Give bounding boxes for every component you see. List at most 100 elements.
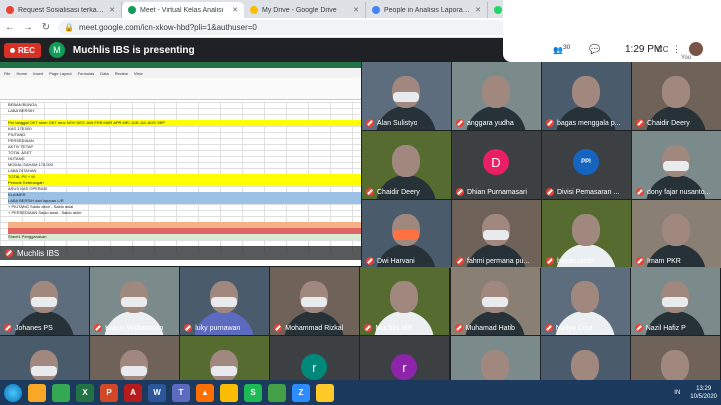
participant-tile[interactable] [450, 336, 540, 380]
participant-tile[interactable]: dony fajar nusanto... [632, 131, 721, 199]
participant-tile[interactable]: Chaidir Deery [362, 131, 451, 199]
tab-favicon-icon [128, 6, 136, 14]
participant-face [662, 76, 690, 108]
face-mask [393, 230, 419, 240]
participant-tile[interactable]: D Dhian Purnamasari [452, 131, 541, 199]
participant-tile[interactable]: anggara yudha [452, 62, 541, 130]
face-mask [393, 92, 419, 102]
lock-icon: 🔒 [64, 23, 74, 32]
participant-name: bagas menggala p... [557, 119, 621, 127]
tab-close-icon[interactable]: ✕ [353, 6, 359, 14]
participant-tile[interactable]: Nadya Citra [540, 267, 630, 335]
participant-tile[interactable]: Johanes PS [0, 267, 89, 335]
participant-tile[interactable]: hasan uddin [542, 200, 631, 268]
pdf-icon[interactable]: A [124, 383, 142, 402]
participant-tile[interactable]: Imam PKR [632, 200, 721, 268]
participant-name: Mohammad Rizkal [285, 324, 344, 332]
zoom-icon[interactable]: Z [292, 383, 310, 402]
people-button[interactable]: 👥30 [553, 44, 570, 55]
participant-tile[interactable]: Chaidir Deery [632, 62, 721, 130]
participant-name: Imam PKR [647, 257, 681, 265]
participant-tile[interactable]: fahmi permana pu... [452, 200, 541, 268]
captions-icon[interactable]: CC [657, 45, 669, 54]
mic-off-icon [184, 324, 193, 332]
participant-name: Nazil Hafiz P [645, 324, 686, 332]
system-clock[interactable]: 13:29 10/5/2020 [690, 385, 717, 401]
record-dot-icon [10, 47, 15, 53]
word-icon[interactable]: W [148, 383, 166, 402]
participant-face [482, 76, 510, 108]
powerpoint-icon[interactable]: P [100, 383, 118, 402]
participant-tile[interactable]: r [360, 336, 450, 380]
mic-off-icon [546, 188, 554, 196]
participant-face [392, 145, 420, 177]
participant-tile[interactable]: bagas menggala p... [542, 62, 631, 130]
excel-toolbar [0, 78, 361, 100]
participant-face [572, 214, 600, 246]
reload-icon[interactable]: ↻ [40, 22, 52, 33]
participant-tile[interactable]: Mohammad Rizkal [270, 267, 360, 335]
participant-tile[interactable]: Dwi Harvani [362, 200, 451, 268]
participant-tile[interactable]: luky purnawan [180, 267, 270, 335]
participant-letter-avatar: r [301, 354, 328, 380]
participant-tile[interactable]: PPI Divisi Pemasaran ... [542, 131, 631, 199]
participant-tile[interactable] [180, 336, 270, 380]
spotify-icon[interactable]: S [244, 383, 262, 402]
participant-name-label: fahmi permana pu... [456, 257, 529, 265]
tab-close-icon[interactable]: ✕ [475, 6, 481, 14]
participant-name: Kukuh Widiatmoko [105, 324, 164, 332]
forward-icon[interactable]: → [22, 22, 34, 33]
ribbon-tab: Home [16, 70, 28, 76]
tab-label: Meet - Virtual Kelas Analisi [140, 6, 224, 14]
participant-tile[interactable] [540, 336, 630, 380]
explorer-icon[interactable] [28, 383, 46, 402]
participant-tile[interactable] [90, 336, 180, 380]
ribbon-tab: Insert [33, 70, 44, 76]
participant-tile[interactable]: Muchlis IBS [360, 267, 450, 335]
tab-favicon-icon [372, 6, 380, 14]
participant-tile[interactable]: r [270, 336, 360, 380]
presentation-stage[interactable]: File Home Insert Page Layout Formulas Data Rev… [0, 62, 361, 266]
participant-name: Dhian Purnamasari [467, 188, 527, 196]
mic-off-icon [364, 324, 373, 332]
app-icon[interactable] [268, 383, 286, 402]
browser-tab[interactable]: My Drive - Google Drive ✕ [244, 2, 366, 18]
chrome2-icon[interactable] [220, 383, 238, 402]
ribbon-tab: Page Layout [49, 70, 72, 76]
participant-name: Divisi Pemasaran ... [557, 188, 620, 196]
mic-off-icon [366, 188, 374, 196]
participant-face [570, 350, 599, 380]
vlc-icon[interactable]: ▲ [196, 383, 214, 402]
self-view-avatar[interactable] [689, 42, 703, 56]
participant-tile[interactable] [630, 336, 720, 380]
participant-tile[interactable]: Alan Sulistyo [362, 62, 451, 130]
language-indicator[interactable]: IN [674, 390, 680, 396]
mic-off-icon [636, 257, 644, 265]
mic-off-icon [5, 249, 13, 257]
participant-tile[interactable]: Nazil Hafiz P [630, 267, 720, 335]
browser-tab[interactable]: People in Analisis Laporan Keu ✕ [366, 2, 488, 18]
excel-icon[interactable]: X [76, 383, 94, 402]
browser-tab[interactable]: Meet - Virtual Kelas Analisi ✕ [122, 2, 244, 18]
browser-tab[interactable]: Request Sosialisasi terkait IKI - I ✕ [0, 2, 122, 18]
face-mask [31, 297, 57, 307]
start-button[interactable] [4, 383, 22, 402]
ribbon-tab: Review [114, 70, 128, 76]
participant-letter-avatar: r [391, 354, 418, 380]
folder-icon[interactable] [316, 383, 334, 402]
participant-tile[interactable] [0, 336, 89, 380]
participant-name-label: hasan uddin [546, 257, 595, 265]
chrome-icon[interactable] [52, 383, 70, 402]
tab-close-icon[interactable]: ✕ [109, 6, 115, 14]
presenter-tile-label: Muchlis IBS [0, 246, 361, 260]
participant-tile[interactable]: Kukuh Widiatmoko [90, 267, 180, 335]
tab-close-icon[interactable]: ✕ [232, 6, 238, 14]
participant-tile[interactable]: Muhamad Hatib [450, 267, 540, 335]
more-options-icon[interactable]: ⋮ [672, 44, 681, 55]
tab-favicon-icon [494, 6, 502, 14]
teams-icon[interactable]: T [172, 383, 190, 402]
participant-name-label: Mohammad Rizkal [274, 324, 343, 332]
chat-icon[interactable]: 💬 [589, 44, 600, 55]
back-icon[interactable]: ← [4, 22, 16, 33]
mic-off-icon [546, 257, 554, 265]
